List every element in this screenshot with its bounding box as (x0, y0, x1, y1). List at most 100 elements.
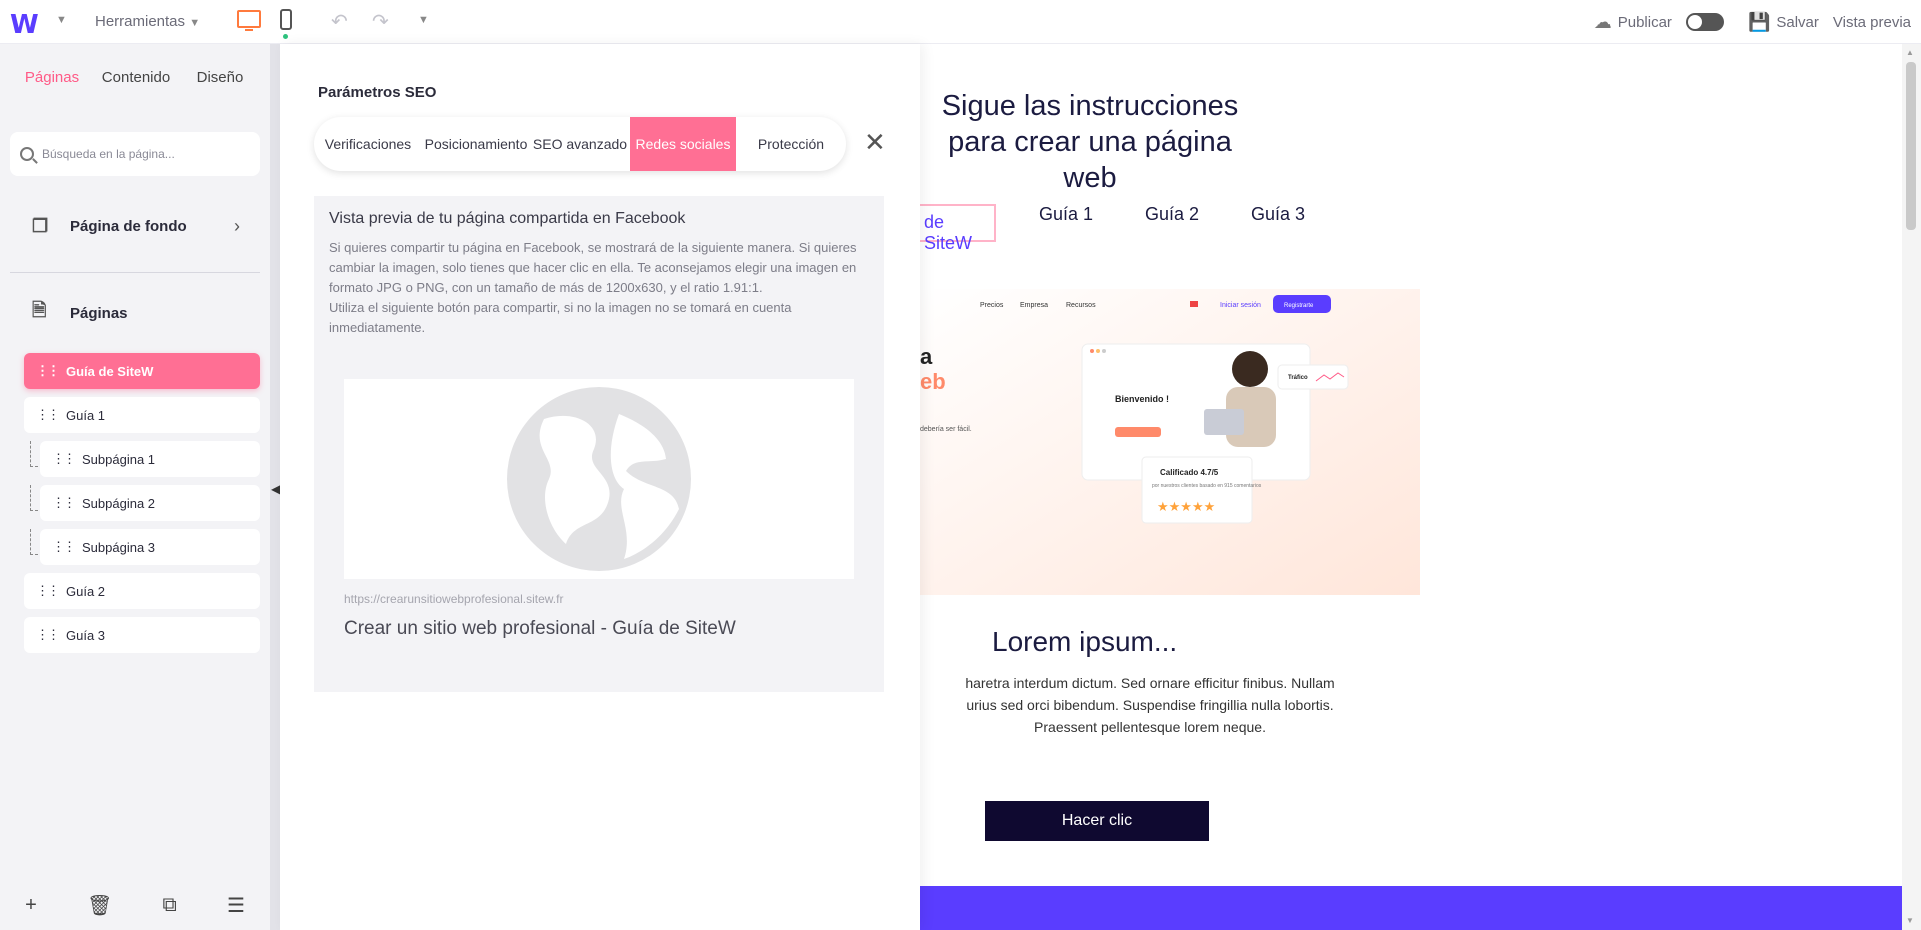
page-item[interactable]: ⋮⋮ Guía 1 (24, 397, 260, 433)
left-sidebar: Páginas Contenido Diseño Búsqueda en la … (0, 44, 270, 930)
section-title[interactable]: Lorem ipsum... (992, 626, 1177, 658)
page-canvas: Sigue las instrucciones para crear una p… (920, 44, 1902, 930)
chevron-down-icon[interactable]: ▼ (56, 14, 67, 26)
svg-text:Bienvenido !: Bienvenido ! (1115, 394, 1169, 404)
seo-tabs: Verificaciones Posicionamiento SEO avanz… (314, 117, 846, 171)
mock-nav: Recursos (1066, 302, 1096, 309)
page-item[interactable]: ⋮⋮ Guía de SiteW (24, 353, 260, 389)
tree-connector (30, 441, 38, 467)
subpage-item[interactable]: ⋮⋮ Subpágina 1 (30, 441, 260, 477)
chevron-right-icon: › (234, 215, 240, 236)
drag-handle-icon[interactable]: ⋮⋮ (52, 495, 76, 511)
nav-item[interactable]: Guía 3 (1251, 204, 1305, 225)
page-list: ⋮⋮ Guía de SiteW ⋮⋮ Guía 1 ⋮⋮ Subpágina 1 ⋮… (0, 353, 270, 653)
mock-nav: Empresa (1020, 302, 1048, 309)
footer-band[interactable] (920, 886, 1902, 930)
drag-handle-icon[interactable]: ⋮⋮ (36, 627, 60, 643)
preview-page-title: Crear un sitio web profesional - Guía de… (344, 618, 736, 639)
drag-handle-icon[interactable]: ⋮⋮ (36, 363, 60, 379)
cloud-upload-icon: ☁ (1593, 11, 1612, 32)
seo-settings-panel: Parámetros SEO Verificaciones Posicionam… (280, 44, 920, 930)
preview-button[interactable]: Vista previa (1833, 14, 1911, 31)
svg-text:Calificado 4.7/5: Calificado 4.7/5 (1160, 468, 1219, 477)
scroll-down-icon[interactable]: ▼ (1906, 916, 1914, 925)
section-body[interactable]: haretra interdum dictum. Sed ornare effi… (920, 672, 1380, 738)
pages-heading: 🗎 Páginas (0, 293, 270, 333)
svg-text:★★★★★: ★★★★★ (1157, 500, 1215, 515)
nav-item-active[interactable]: de SiteW (920, 204, 996, 253)
nav-item[interactable]: Guía 2 (1145, 204, 1199, 225)
collapse-left-icon[interactable]: ◀ (271, 482, 280, 496)
drag-handle-icon[interactable]: ⋮⋮ (52, 539, 76, 555)
subpage-item[interactable]: ⋮⋮ Subpágina 3 (30, 529, 260, 565)
drag-handle-icon[interactable]: ⋮⋮ (36, 583, 60, 599)
flag-icon (1190, 301, 1198, 307)
close-icon[interactable]: ✕ (864, 127, 886, 158)
sidebar-tabs: Páginas Contenido Diseño (0, 44, 270, 110)
tree-connector (30, 485, 38, 511)
page-item[interactable]: ⋮⋮ Guía 2 (24, 573, 260, 609)
mock-login: Iniciar sesión (1220, 302, 1261, 309)
document-icon: 🗎 (32, 300, 47, 320)
panel-title: Parámetros SEO (318, 84, 437, 101)
duplicate-icon[interactable]: ⧉ (163, 894, 177, 917)
preview-url: https://crearunsitiowebprofesional.sitew… (344, 592, 564, 606)
mockup-illustration: Precios Empresa Recursos Iniciar sesión … (920, 289, 1420, 595)
svg-text:Registrarte: Registrarte (1284, 303, 1314, 309)
facebook-preview-card: Vista previa de tu página compartida en … (314, 196, 884, 692)
floppy-disk-icon: 💾 (1747, 11, 1771, 32)
background-page-item[interactable]: ❐ Página de fondo › (0, 196, 270, 256)
facebook-preview-description: Si quieres compartir tu página en Facebo… (329, 240, 857, 335)
tab-design[interactable]: Diseño (178, 61, 262, 94)
svg-text:a: a (920, 344, 933, 369)
svg-text:Tráfico: Tráfico (1288, 375, 1308, 381)
chevron-down-icon[interactable]: ▼ (418, 14, 429, 26)
globe-icon (507, 387, 691, 571)
sidebar-actions: + 🗑 ⧉ ☰ (0, 880, 270, 930)
trash-icon[interactable]: 🗑 (87, 893, 112, 918)
subpage-item[interactable]: ⋮⋮ Subpágina 2 (30, 485, 260, 521)
undo-icon[interactable]: ↶ (331, 9, 348, 34)
nav-item[interactable]: Guía 1 (1039, 204, 1093, 225)
publish-button[interactable]: ☁ Publicar (1594, 12, 1672, 33)
mobile-view-icon[interactable] (280, 9, 292, 30)
top-toolbar: W ▼ Herramientas ▼ ↶ ↷ ▼ ☁ Publicar 💾 Sa… (0, 0, 1921, 44)
redo-icon[interactable]: ↷ (372, 9, 389, 34)
tab-protection[interactable]: Protección (736, 117, 846, 171)
tab-social-networks[interactable]: Redes sociales (630, 117, 736, 171)
add-page-icon[interactable]: + (25, 894, 37, 917)
share-image-placeholder[interactable] (344, 379, 854, 579)
search-placeholder: Búsqueda en la página... (42, 147, 175, 161)
desktop-view-icon[interactable] (237, 10, 261, 31)
hero-title[interactable]: Sigue las instrucciones para crear una p… (920, 88, 1260, 196)
tab-pages[interactable]: Páginas (10, 61, 94, 94)
layers-icon: ❐ (32, 215, 49, 236)
publish-toggle[interactable] (1685, 13, 1724, 31)
search-icon (20, 147, 34, 161)
cta-button[interactable]: Hacer clic (985, 801, 1209, 841)
svg-text:por nuestros clientes basado e: por nuestros clientes basado en 915 come… (1152, 483, 1262, 489)
tree-connector (30, 529, 38, 555)
hero-mockup-image[interactable]: Precios Empresa Recursos Iniciar sesión … (920, 289, 1420, 595)
page-search-input[interactable]: Búsqueda en la página... (10, 132, 260, 176)
scroll-up-icon[interactable]: ▲ (1906, 48, 1914, 57)
tab-verifications[interactable]: Verificaciones (314, 117, 422, 171)
tab-content[interactable]: Contenido (94, 61, 178, 94)
publish-tools: ☁ Publicar 💾 Salvar Vista previa (1594, 0, 1911, 44)
scrollbar-thumb[interactable] (1906, 62, 1916, 230)
drag-handle-icon[interactable]: ⋮⋮ (36, 407, 60, 423)
page-item[interactable]: ⋮⋮ Guía 3 (24, 617, 260, 653)
svg-text:eb: eb (920, 369, 946, 394)
sitew-logo[interactable]: W (10, 10, 39, 40)
tab-positioning[interactable]: Posicionamiento (422, 117, 530, 171)
tab-advanced-seo[interactable]: SEO avanzado (530, 117, 630, 171)
tools-menu[interactable]: Herramientas ▼ (95, 13, 200, 30)
mock-nav: Precios (980, 302, 1004, 309)
facebook-preview-heading: Vista previa de tu página compartida en … (329, 210, 686, 227)
drag-handle-icon[interactable]: ⋮⋮ (52, 451, 76, 467)
divider (10, 272, 260, 273)
svg-text:debería ser fácil.: debería ser fácil. (920, 426, 972, 433)
settings-sliders-icon[interactable]: ☰ (227, 893, 245, 918)
save-button[interactable]: 💾 Salvar (1748, 12, 1819, 33)
status-dot (283, 34, 288, 39)
